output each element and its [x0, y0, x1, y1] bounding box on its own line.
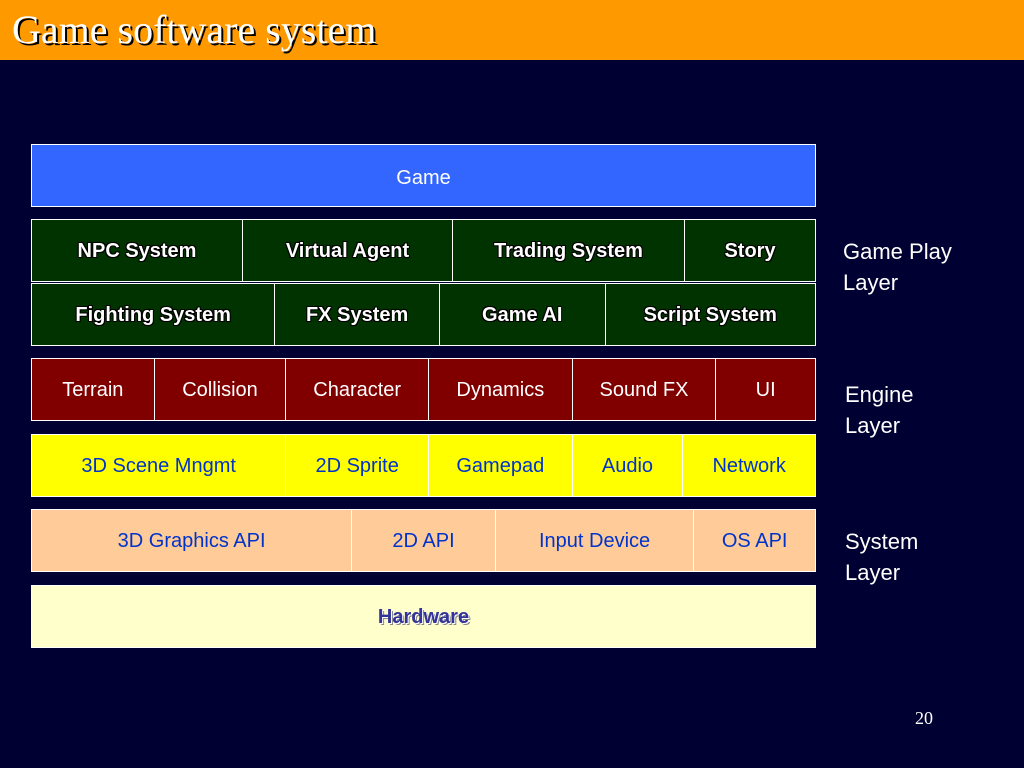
npc-system-cell: NPC System [77, 240, 197, 262]
system-layer-label-line1: System [845, 529, 919, 554]
network-cell: Network [682, 435, 815, 496]
title-bar: Game software system [0, 0, 1024, 60]
game-cell: Game [396, 167, 451, 189]
game-play-row-1: NPC System Virtual Agent Trading System … [31, 219, 816, 282]
ui-cell: UI [715, 359, 815, 420]
trading-system-cell: Trading System [452, 220, 684, 281]
slide-title: Game software system [12, 7, 377, 52]
game-play-layer-label: Game Play Layer [843, 236, 952, 298]
terrain-cell: Terrain [62, 379, 124, 401]
3d-scene-mngmt-cell: 3D Scene Mngmt [81, 455, 236, 477]
sound-fx-cell: Sound FX [571, 359, 716, 420]
engine-row-1: Terrain Collision Character Dynamics Sou… [31, 358, 816, 421]
gamepad-cell: Gamepad [427, 435, 572, 496]
audio-cell: Audio [571, 435, 683, 496]
2d-sprite-cell: 2D Sprite [285, 435, 428, 496]
system-layer-label-line2: Layer [845, 560, 901, 585]
game-play-row-2: Fighting System FX System Game AI Script… [31, 283, 816, 346]
engine-layer-label-line1: Engine [845, 382, 914, 407]
3d-graphics-api-cell: 3D Graphics API [117, 530, 266, 552]
engine-layer-label: Engine Layer [845, 379, 914, 441]
game-row: Game [31, 144, 816, 207]
2d-api-cell: 2D API [351, 510, 495, 571]
character-cell: Character [285, 359, 428, 420]
system-layer-label: System Layer [845, 526, 918, 588]
engine-row-2: 3D Scene Mngmt 2D Sprite Gamepad Audio N… [31, 434, 816, 497]
game-play-layer-label-line2: Layer [843, 270, 899, 295]
os-api-cell: OS API [693, 510, 815, 571]
engine-layer-label-line2: Layer [845, 413, 901, 438]
fx-system-cell: FX System [274, 284, 439, 345]
hardware-cell: Hardware [377, 606, 470, 628]
input-device-cell: Input Device [494, 510, 694, 571]
story-cell: Story [684, 220, 815, 281]
hardware-row: Hardware [31, 585, 816, 648]
script-system-cell: Script System [604, 284, 815, 345]
fighting-system-cell: Fighting System [75, 304, 231, 326]
game-play-layer-label-line1: Game Play [843, 239, 952, 264]
game-ai-cell: Game AI [438, 284, 605, 345]
system-row: 3D Graphics API 2D API Input Device OS A… [31, 509, 816, 572]
page-number: 20 [915, 708, 933, 728]
virtual-agent-cell: Virtual Agent [242, 220, 452, 281]
dynamics-cell: Dynamics [428, 359, 572, 420]
collision-cell: Collision [153, 359, 286, 420]
